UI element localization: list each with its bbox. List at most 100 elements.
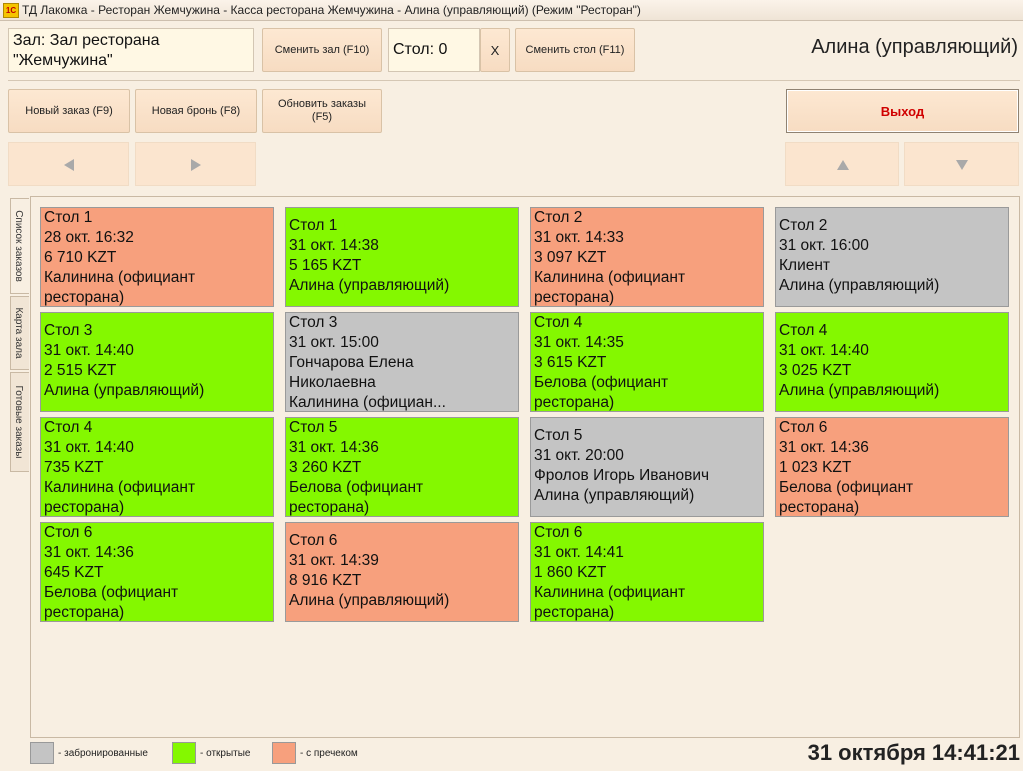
- tab-ready-orders-label: Готовые заказы: [13, 385, 24, 459]
- order-card-line: ресторана): [534, 604, 615, 621]
- order-card-line: Калинина (официант: [44, 479, 196, 496]
- order-card-line: 3 615 KZT: [534, 354, 607, 371]
- order-card[interactable]: Стол 6 31 окт. 14:39 8 916 KZT Алина (управ…: [285, 522, 519, 622]
- order-card-line: Калинина (официант: [534, 584, 686, 601]
- arrow-right-icon: [191, 159, 201, 171]
- order-card-line: 31 окт. 14:40: [44, 439, 134, 456]
- order-card[interactable]: Стол 5 31 окт. 20:00 Фролов Игорь Иванович…: [530, 417, 764, 517]
- order-card[interactable]: Стол 6 31 окт. 14:36 1 023 KZT Белова (офиц…: [775, 417, 1009, 517]
- order-card-line: Николаевна: [289, 374, 376, 391]
- arrow-down-icon: [956, 160, 968, 170]
- order-card-line: Стол 4: [44, 419, 93, 436]
- arrow-up-icon: [837, 160, 849, 170]
- order-card-line: 31 окт. 14:35: [534, 334, 624, 351]
- order-card-line: Калинина (официант: [534, 269, 686, 286]
- order-card[interactable]: Стол 1 31 окт. 14:38 5 165 KZT Алина (управ…: [285, 207, 519, 307]
- order-card-line: Калинина (официант: [44, 269, 196, 286]
- order-card-line: 31 окт. 14:36: [44, 544, 134, 561]
- order-card[interactable]: Стол 4 31 окт. 14:40 735 KZT Калинина (офиц…: [40, 417, 274, 517]
- scroll-right-button[interactable]: [135, 142, 256, 186]
- order-card-line: Стол 4: [534, 314, 583, 331]
- order-card-line: 31 окт. 14:33: [534, 229, 624, 246]
- order-card-line: Гончарова Елена: [289, 354, 414, 371]
- tab-hall-map-label: Карта зала: [13, 307, 24, 359]
- refresh-orders-button[interactable]: Обновить заказы (F5): [262, 89, 382, 133]
- legend-precheck-label: - с пречеком: [300, 748, 358, 759]
- order-card-line: ресторана): [779, 499, 860, 516]
- order-card[interactable]: Стол 1 28 окт. 16:32 6 710 KZT Калинина (оф…: [40, 207, 274, 307]
- order-card-line: Стол 4: [779, 322, 828, 339]
- order-card-line: Стол 6: [534, 524, 583, 541]
- new-booking-button[interactable]: Новая бронь (F8): [135, 89, 257, 133]
- order-card-line: 3 097 KZT: [534, 249, 607, 266]
- order-card-line: 2 515 KZT: [44, 362, 117, 379]
- order-card-line: Стол 1: [44, 209, 93, 226]
- order-card-line: Белова (официант: [289, 479, 424, 496]
- current-user: Алина (управляющий): [811, 36, 1018, 58]
- order-card[interactable]: Стол 4 31 окт. 14:35 3 615 KZT Белова (офиц…: [530, 312, 764, 412]
- tab-orders-list-label: Список заказов: [13, 210, 24, 282]
- order-card-line: Стол 3: [44, 322, 93, 339]
- current-datetime: 31 октября 14:41:21: [807, 740, 1020, 765]
- table-number-field[interactable]: Стол: 0: [388, 28, 480, 72]
- legend-open-label: - открытые: [200, 748, 251, 759]
- new-order-button[interactable]: Новый заказ (F9): [8, 89, 130, 133]
- order-card[interactable]: Стол 4 31 окт. 14:40 3 025 KZT Алина (управ…: [775, 312, 1009, 412]
- order-card-line: 31 окт. 15:00: [289, 334, 379, 351]
- order-card[interactable]: Стол 3 31 окт. 14:40 2 515 KZT Алина (управ…: [40, 312, 274, 412]
- order-card-line: 31 окт. 14:40: [779, 342, 869, 359]
- order-card-line: Алина (управляющий): [289, 592, 450, 609]
- legend-booked-swatch: [30, 742, 54, 764]
- scroll-down-button[interactable]: [904, 142, 1019, 186]
- clear-table-button[interactable]: X: [480, 28, 510, 72]
- arrow-left-icon: [64, 159, 74, 171]
- order-card[interactable]: Стол 2 31 окт. 16:00 Клиент Алина (управляю…: [775, 207, 1009, 307]
- order-card-line: 3 025 KZT: [779, 362, 852, 379]
- order-card-line: Алина (управляющий): [289, 277, 450, 294]
- order-card-line: 6 710 KZT: [44, 249, 117, 266]
- order-card-line: 8 916 KZT: [289, 572, 362, 589]
- order-card-line: 31 окт. 20:00: [534, 447, 624, 464]
- order-card-line: 31 окт. 14:36: [779, 439, 869, 456]
- legend-booked-label: - забронированные: [58, 748, 148, 759]
- order-card-line: 1 023 KZT: [779, 459, 852, 476]
- order-card-line: 31 окт. 16:00: [779, 237, 869, 254]
- order-card-line: 31 окт. 14:36: [289, 439, 379, 456]
- order-card-line: Стол 5: [289, 419, 338, 436]
- order-card[interactable]: Стол 5 31 окт. 14:36 3 260 KZT Белова (офиц…: [285, 417, 519, 517]
- order-card-line: Стол 2: [779, 217, 828, 234]
- tab-hall-map[interactable]: Карта зала: [10, 296, 29, 370]
- order-card[interactable]: Стол 3 31 окт. 15:00 Гончарова Елена Никола…: [285, 312, 519, 412]
- order-card-line: 31 окт. 14:38: [289, 237, 379, 254]
- change-hall-button[interactable]: Сменить зал (F10): [262, 28, 382, 72]
- tab-ready-orders[interactable]: Готовые заказы: [10, 372, 29, 472]
- order-card-line: ресторана): [289, 499, 370, 516]
- order-card-line: Белова (официант: [779, 479, 914, 496]
- order-card[interactable]: Стол 6 31 окт. 14:36 645 KZT Белова (официа…: [40, 522, 274, 622]
- window-title: ТД Лакомка - Ресторан Жемчужина - Касса …: [22, 3, 641, 17]
- order-card-line: Алина (управляющий): [44, 382, 205, 399]
- order-card-line: ресторана): [534, 394, 615, 411]
- order-card-line: Алина (управляющий): [534, 487, 695, 504]
- order-card[interactable]: Стол 2 31 окт. 14:33 3 097 KZT Калинина (оф…: [530, 207, 764, 307]
- exit-button[interactable]: Выход: [786, 89, 1019, 133]
- change-table-button[interactable]: Сменить стол (F11): [515, 28, 635, 72]
- scroll-up-button[interactable]: [785, 142, 899, 186]
- order-card-line: 31 окт. 14:40: [44, 342, 134, 359]
- order-card[interactable]: Стол 6 31 окт. 14:41 1 860 KZT Калинина (оф…: [530, 522, 764, 622]
- scroll-left-button[interactable]: [8, 142, 129, 186]
- order-card-line: Стол 5: [534, 427, 583, 444]
- order-card-line: Белова (официант: [534, 374, 669, 391]
- order-card-line: Стол 1: [289, 217, 338, 234]
- order-card-line: 1 860 KZT: [534, 564, 607, 581]
- tab-orders-list[interactable]: Список заказов: [10, 198, 29, 294]
- order-card-line: 28 окт. 16:32: [44, 229, 134, 246]
- order-card-line: Алина (управляющий): [779, 277, 940, 294]
- order-card-line: Калинина (официан...: [289, 394, 446, 411]
- header-divider: [8, 80, 1020, 81]
- legend-open-swatch: [172, 742, 196, 764]
- order-card-line: 735 KZT: [44, 459, 104, 476]
- order-card-line: Стол 3: [289, 314, 338, 331]
- legend-precheck-swatch: [272, 742, 296, 764]
- order-card-line: Стол 6: [779, 419, 828, 436]
